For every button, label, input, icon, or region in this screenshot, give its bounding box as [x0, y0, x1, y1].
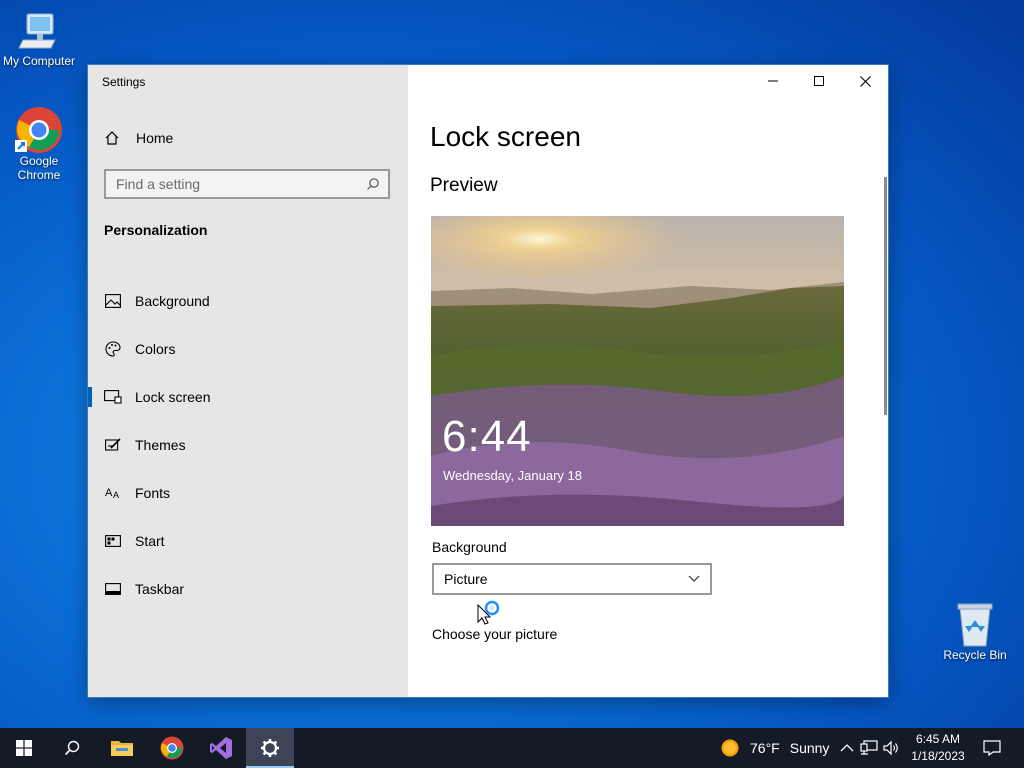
- search-input[interactable]: [106, 175, 366, 193]
- background-dropdown-value: Picture: [444, 571, 488, 587]
- volume-icon[interactable]: [883, 740, 899, 756]
- nav-item-label: Fonts: [135, 485, 171, 501]
- settings-taskbar-button[interactable]: [246, 728, 294, 768]
- computer-icon: [18, 13, 56, 49]
- nav-item-fonts[interactable]: AA Fonts: [88, 469, 408, 517]
- minimize-icon: [768, 80, 778, 82]
- maximize-icon: [814, 76, 824, 86]
- svg-text:A: A: [113, 490, 119, 500]
- nav-item-lock-screen[interactable]: Lock screen: [88, 373, 408, 421]
- start-button[interactable]: [0, 728, 48, 768]
- image-icon: [104, 292, 122, 310]
- nav-item-start[interactable]: Start: [88, 517, 408, 565]
- clock-time: 6:45 AM: [915, 732, 961, 746]
- nav-item-label: Lock screen: [135, 389, 211, 405]
- desktop-icon-google-chrome[interactable]: Google Chrome: [0, 106, 79, 182]
- taskbar-icon: [104, 580, 122, 598]
- chrome-taskbar-button[interactable]: [148, 728, 196, 768]
- weather-temp: 76°F: [750, 740, 780, 756]
- clock-date: 1/18/2023: [911, 749, 965, 763]
- window-title: Settings: [102, 75, 146, 89]
- background-label: Background: [432, 539, 507, 555]
- busy-cursor-icon: [477, 600, 500, 625]
- settings-icon: [261, 739, 279, 757]
- preview-time: 6:44: [442, 412, 532, 461]
- weather-widget[interactable]: 76°F Sunny: [720, 728, 829, 768]
- settings-sidebar: Settings Home Personalization Background: [88, 65, 408, 697]
- section-title: Personalization: [104, 222, 208, 238]
- file-explorer-icon: [111, 741, 133, 756]
- nav-item-themes[interactable]: Themes: [88, 421, 408, 469]
- close-icon: [859, 75, 871, 87]
- nav-item-label: Colors: [135, 341, 176, 357]
- search-icon: [64, 740, 80, 756]
- settings-content: Lock screen Preview 6:44 Wednesday, Janu…: [408, 65, 888, 697]
- nav-item-label: Start: [135, 533, 165, 549]
- home-label: Home: [136, 130, 174, 146]
- palette-icon: [104, 340, 122, 358]
- maximize-button[interactable]: [796, 65, 842, 97]
- visual-studio-icon: [210, 737, 232, 759]
- sun-icon: [721, 739, 739, 757]
- visual-studio-button[interactable]: [197, 728, 245, 768]
- themes-icon: [104, 436, 122, 454]
- minimize-button[interactable]: [750, 65, 796, 97]
- nav-item-background[interactable]: Background: [88, 277, 408, 325]
- desktop-icon-label: Chrome: [17, 168, 61, 182]
- system-tray: [838, 728, 899, 768]
- home-nav-item[interactable]: Home: [104, 127, 173, 149]
- svg-text:A: A: [105, 487, 113, 499]
- taskbar: 76°F Sunny 6:45 AM 1/18/2023: [0, 728, 1024, 768]
- nav-list: Background Colors Lock screen Themes A A…: [88, 277, 408, 613]
- chevron-up-icon[interactable]: [840, 743, 854, 753]
- search-button[interactable]: [48, 728, 96, 768]
- preview-date: Wednesday, January 18: [443, 468, 582, 483]
- chrome-icon: [160, 736, 184, 760]
- lock-screen-icon: [104, 388, 122, 406]
- nav-item-taskbar[interactable]: Taskbar: [88, 565, 408, 613]
- nav-item-colors[interactable]: Colors: [88, 325, 408, 373]
- notification-icon: [983, 740, 1001, 756]
- nav-item-label: Taskbar: [135, 581, 185, 597]
- network-icon[interactable]: [860, 740, 878, 756]
- desktop-icon-label: My Computer: [2, 54, 76, 68]
- notification-center-button[interactable]: [972, 728, 1012, 768]
- page-title: Lock screen: [430, 121, 581, 152]
- settings-window: Settings Home Personalization Background: [88, 65, 888, 697]
- preview-heading: Preview: [430, 175, 498, 196]
- search-box[interactable]: [104, 169, 390, 199]
- start-icon: [104, 532, 122, 550]
- close-button[interactable]: [842, 65, 888, 97]
- windows-logo-icon: [16, 740, 32, 756]
- clock[interactable]: 6:45 AM 1/18/2023: [905, 731, 971, 765]
- recycle-bin-icon: [957, 603, 993, 647]
- desktop-icon-my-computer[interactable]: My Computer: [0, 10, 79, 68]
- nav-item-label: Background: [135, 293, 210, 309]
- desktop-icon-label: Recycle Bin: [943, 648, 1007, 662]
- desktop-icon-recycle-bin[interactable]: Recycle Bin: [935, 602, 1015, 662]
- content-scrollbar[interactable]: [884, 177, 887, 415]
- fonts-icon: AA: [104, 484, 122, 502]
- weather-condition: Sunny: [789, 740, 830, 756]
- chrome-icon: [15, 107, 62, 153]
- desktop-icon-label: Google: [19, 154, 59, 168]
- choose-picture-label: Choose your picture: [432, 626, 558, 642]
- background-dropdown[interactable]: Picture: [432, 563, 712, 595]
- lock-screen-preview: 6:44 Wednesday, January 18: [431, 216, 844, 526]
- chevron-down-icon: [688, 575, 700, 582]
- nav-item-label: Themes: [135, 437, 186, 453]
- file-explorer-button[interactable]: [98, 728, 146, 768]
- home-icon: [105, 131, 119, 145]
- search-icon[interactable]: [366, 177, 380, 191]
